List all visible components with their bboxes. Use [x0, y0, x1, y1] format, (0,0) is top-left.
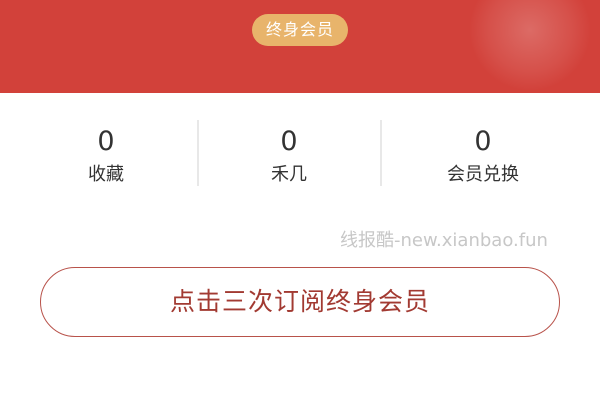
stats-divider [380, 120, 382, 186]
stats-divider [197, 120, 199, 186]
header-decoration [470, 0, 590, 90]
subscribe-lifetime-button[interactable]: 点击三次订阅终身会员 [40, 267, 560, 337]
stat-points-label: 禾几 [271, 164, 307, 185]
membership-badge: 终身会员 [252, 14, 348, 46]
member-page: 终身会员 0 收藏 0 禾几 0 会员兑换 线报酷-new.xianbao.fu… [0, 0, 600, 410]
stat-points[interactable]: 0 禾几 [189, 118, 389, 198]
watermark-text: 线报酷-new.xianbao.fun [340, 230, 548, 251]
stats-row: 0 收藏 0 禾几 0 会员兑换 [0, 118, 600, 198]
stat-favorites-label: 收藏 [88, 164, 124, 185]
stat-favorites-value: 0 [97, 126, 115, 157]
stat-points-value: 0 [280, 126, 298, 157]
stat-member-redeem[interactable]: 0 会员兑换 [383, 118, 583, 198]
stat-favorites[interactable]: 0 收藏 [6, 118, 206, 198]
header-banner: 终身会员 [0, 0, 600, 93]
stat-member-redeem-value: 0 [474, 126, 492, 157]
stat-member-redeem-label: 会员兑换 [447, 164, 519, 185]
